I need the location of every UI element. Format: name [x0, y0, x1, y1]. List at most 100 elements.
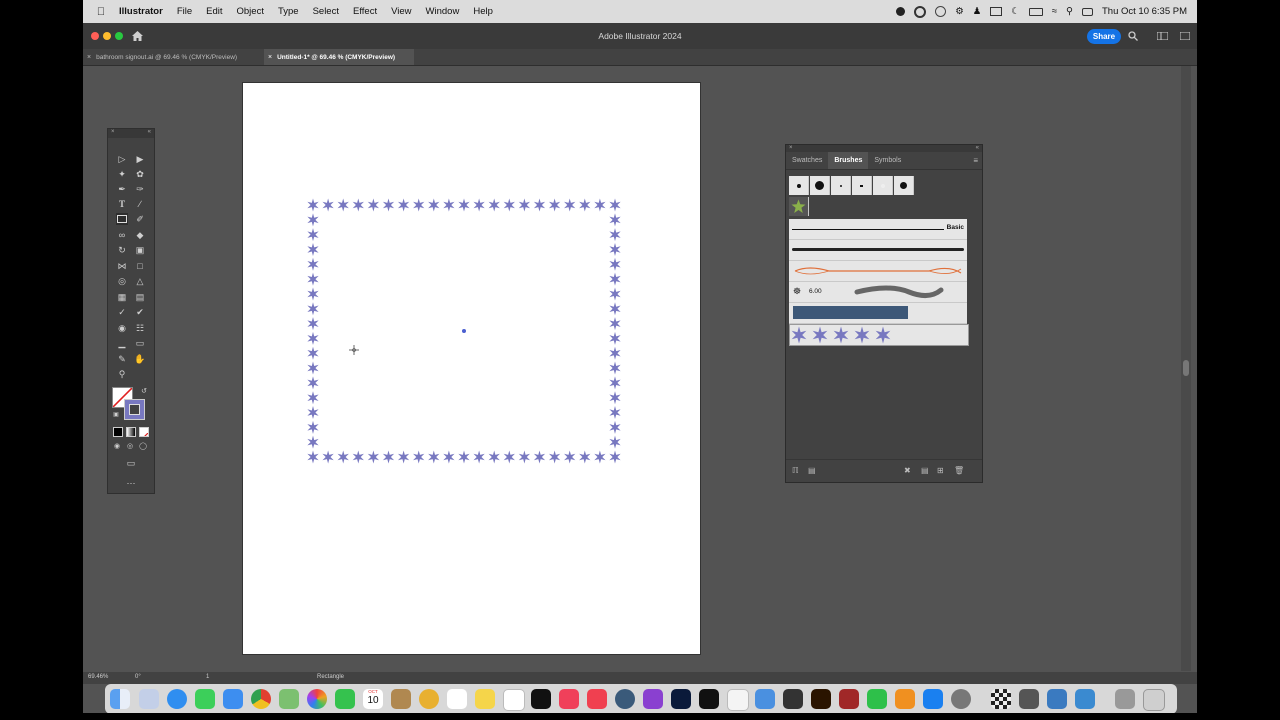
photos-icon[interactable]	[307, 689, 327, 709]
clock[interactable]: Thu Oct 10 6:35 PM	[1102, 6, 1187, 17]
perspective-grid-tool-icon[interactable]: △	[134, 275, 146, 287]
chess-icon[interactable]	[991, 689, 1011, 709]
finder-icon[interactable]	[110, 689, 130, 709]
menu-help[interactable]: Help	[473, 6, 493, 17]
color-mode-icon[interactable]	[113, 427, 123, 437]
brush-basic[interactable]: Basic	[789, 219, 967, 240]
paintbrush-tool-icon[interactable]: ✐	[134, 213, 146, 225]
brush-pattern-dark[interactable]	[789, 303, 967, 324]
dot-brush-3[interactable]	[831, 176, 851, 195]
search-icon[interactable]	[1128, 31, 1138, 41]
launchpad-icon[interactable]	[139, 689, 159, 709]
menu-edit[interactable]: Edit	[206, 6, 222, 17]
more-tools-icon[interactable]: ⋯	[125, 477, 137, 489]
ableton-live-icon[interactable]	[699, 689, 719, 709]
dictionary-icon[interactable]	[839, 689, 859, 709]
fruit-app-icon[interactable]	[419, 689, 439, 709]
pen-tool-icon[interactable]: ✒	[116, 183, 128, 195]
pages-icon[interactable]	[895, 689, 915, 709]
draw-normal-icon[interactable]: ◉	[111, 440, 123, 452]
artboard-number[interactable]: 1	[206, 674, 209, 680]
menu-window[interactable]: Window	[426, 6, 460, 17]
apple-icon[interactable]: 	[95, 6, 107, 18]
magic-wand-tool-icon[interactable]: ✦	[116, 168, 128, 180]
facetime-icon[interactable]	[335, 689, 355, 709]
dot-brush-4[interactable]	[852, 176, 872, 195]
stroke-swatch[interactable]	[124, 399, 145, 420]
line-tool-icon[interactable]: ∕	[134, 198, 146, 210]
freeform-icon[interactable]	[503, 689, 525, 711]
tab-untitled-1[interactable]: × Untitled-1* @ 69.46 % (CMYK/Preview)	[264, 49, 414, 65]
menu-file[interactable]: File	[177, 6, 192, 17]
menu-effect[interactable]: Effect	[353, 6, 377, 17]
new-brush-icon[interactable]: ⊞	[937, 466, 944, 475]
podcasts-icon[interactable]	[643, 689, 663, 709]
close-tab-icon[interactable]: ×	[268, 54, 272, 61]
gradient-mode-icon[interactable]	[126, 427, 136, 437]
brush-charcoal[interactable]	[789, 240, 967, 261]
chrome-icon[interactable]	[251, 689, 271, 709]
vertical-scrollbar[interactable]	[1181, 66, 1191, 671]
libraries-panel-icon[interactable]: ▤	[808, 466, 816, 475]
tab-brushes[interactable]: Brushes	[828, 152, 869, 169]
eraser-tool-icon[interactable]: ◆	[134, 229, 146, 241]
slice-tool-icon[interactable]: ✎	[116, 353, 128, 365]
rectangle-tool-icon[interactable]	[116, 213, 128, 225]
shape-builder-tool-icon[interactable]: ◎	[116, 275, 128, 287]
preview-icon[interactable]	[755, 689, 775, 709]
vpn-icon[interactable]	[935, 6, 947, 17]
rotate-tool-icon[interactable]: ↻	[116, 244, 128, 256]
brush-bristle[interactable]: ☸ 6.00	[789, 282, 967, 303]
free-transform-tool-icon[interactable]: □	[134, 260, 146, 272]
search-icon[interactable]: ⚲	[1066, 6, 1073, 17]
remove-brush-stroke-icon[interactable]: ✖	[904, 466, 911, 475]
workspace-icon[interactable]	[1157, 32, 1168, 40]
blend-tool-icon[interactable]: ◉	[116, 322, 128, 334]
focus-moon-icon[interactable]: ☾	[1011, 6, 1020, 17]
blender-icon[interactable]	[783, 689, 803, 709]
textedit-icon[interactable]	[727, 689, 749, 711]
rotation-value[interactable]: 0°	[135, 674, 141, 680]
close-tab-icon[interactable]: ×	[87, 54, 91, 61]
contacts-icon[interactable]	[391, 689, 411, 709]
zoom-tool-icon[interactable]: ⚲	[116, 368, 128, 380]
quicktime-icon[interactable]	[615, 689, 635, 709]
lasso-tool-icon[interactable]: ✿	[134, 168, 146, 180]
wifi-icon[interactable]: ≈	[1052, 6, 1057, 17]
notes-icon[interactable]	[475, 689, 495, 709]
shaper-tool-icon[interactable]: ∞	[116, 229, 128, 241]
menu-select[interactable]: Select	[313, 6, 339, 17]
collapse-icon[interactable]: «	[976, 145, 979, 152]
safari-icon[interactable]	[167, 689, 187, 709]
graph-tool-icon[interactable]: ▁	[116, 337, 128, 349]
calendar-icon[interactable]: OCT 10	[363, 689, 383, 709]
battery-icon[interactable]	[1028, 7, 1043, 16]
tab-bathroom-signout[interactable]: × bathroom signout.ai @ 69.46 % (CMYK/Pr…	[83, 49, 263, 65]
collapse-icon[interactable]: «	[148, 129, 151, 138]
zoom-level[interactable]: 69.46%	[88, 674, 108, 680]
hand-tool-icon[interactable]: ✋	[134, 353, 146, 365]
panels-toggle-icon[interactable]	[1180, 32, 1190, 40]
messages-icon[interactable]	[195, 689, 215, 709]
screen-app-icon[interactable]	[1047, 689, 1067, 709]
menu-view[interactable]: View	[391, 6, 411, 17]
dot-brush-1[interactable]	[789, 176, 809, 195]
numbers-icon[interactable]	[867, 689, 887, 709]
type-tool-icon[interactable]: T	[116, 198, 128, 210]
close-icon[interactable]: ×	[111, 129, 115, 138]
tab-swatches[interactable]: Swatches	[786, 152, 828, 169]
brush-libraries-icon[interactable]: ℿ	[792, 466, 799, 475]
gear-icon[interactable]: ⚙	[955, 6, 964, 17]
system-settings-icon[interactable]	[951, 689, 971, 709]
swap-fill-stroke-icon[interactable]: ↺	[138, 385, 150, 397]
scroll-thumb[interactable]	[1183, 360, 1189, 376]
screen-mode-icon[interactable]: ▭	[125, 457, 137, 469]
music-icon[interactable]	[559, 689, 579, 709]
app-store-icon[interactable]	[923, 689, 943, 709]
curvature-tool-icon[interactable]: ✑	[134, 183, 146, 195]
apple-tv-icon[interactable]	[531, 689, 551, 709]
share-button[interactable]: Share	[1087, 29, 1121, 44]
reminders-icon[interactable]	[447, 689, 467, 709]
delete-brush-icon[interactable]: 🗑	[954, 466, 964, 475]
brush-star-pattern[interactable]	[789, 324, 969, 346]
